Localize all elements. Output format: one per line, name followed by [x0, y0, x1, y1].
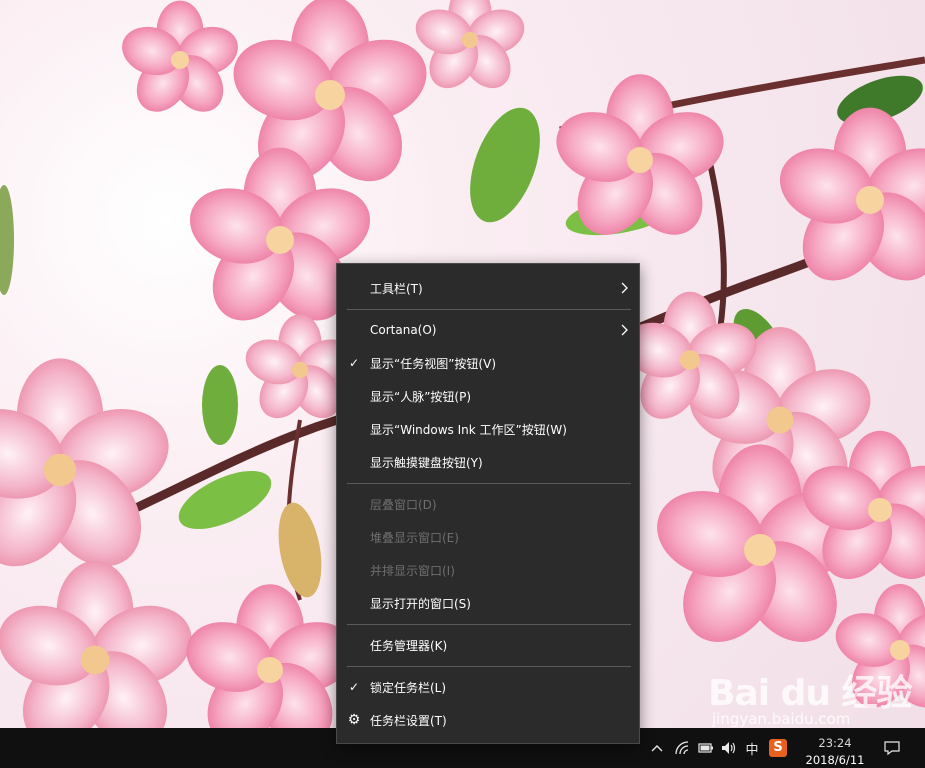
- checkmark-icon: ✓: [348, 356, 360, 370]
- chevron-right-icon: [621, 324, 628, 336]
- clock-time: 23:24: [818, 736, 852, 750]
- menu-item-stack-windows: 堆叠显示窗口(E): [337, 522, 639, 552]
- notification-icon[interactable]: [882, 738, 902, 758]
- network-icon[interactable]: [674, 738, 692, 758]
- sogou-label: S: [769, 739, 787, 757]
- taskbar-clock[interactable]: 23:24 2018/6/11: [800, 736, 870, 767]
- taskbar-context-menu: 工具栏(T) Cortana(O) ✓ 显示“任务视图”按钮(V) 显示“人脉”…: [336, 263, 640, 744]
- watermark-logo: Bai du 经验: [708, 673, 913, 714]
- menu-separator: [347, 666, 631, 667]
- menu-item-label: 工具栏(T): [370, 281, 423, 296]
- menu-item-show-open-windows[interactable]: 显示打开的窗口(S): [337, 588, 639, 618]
- menu-item-label: 显示“任务视图”按钮(V): [370, 356, 497, 371]
- menu-item-label: 显示“Windows Ink 工作区”按钮(W): [370, 422, 567, 437]
- menu-item-cascade-windows: 层叠窗口(D): [337, 489, 639, 519]
- menu-item-label: 显示打开的窗口(S): [370, 596, 471, 611]
- menu-item-show-people-button[interactable]: 显示“人脉”按钮(P): [337, 381, 639, 411]
- menu-item-lock-taskbar[interactable]: ✓ 锁定任务栏(L): [337, 672, 639, 702]
- gear-icon: ⚙: [347, 712, 361, 728]
- ime-icon[interactable]: 中: [743, 738, 761, 758]
- checkmark-icon: ✓: [348, 680, 360, 694]
- menu-item-taskbar-settings[interactable]: ⚙ 任务栏设置(T): [337, 705, 639, 735]
- baidu-jingyan-watermark: Bai du 经验 jingyan.baidu.com: [708, 664, 918, 734]
- menu-item-show-task-view-button[interactable]: ✓ 显示“任务视图”按钮(V): [337, 348, 639, 378]
- chevron-right-icon: [621, 282, 628, 294]
- menu-item-label: 显示“人脉”按钮(P): [370, 389, 472, 404]
- menu-item-label: 锁定任务栏(L): [370, 680, 447, 695]
- chevron-up-icon[interactable]: [650, 738, 664, 758]
- menu-item-cortana[interactable]: Cortana(O): [337, 315, 639, 345]
- menu-item-show-touch-keyboard-button[interactable]: 显示触摸键盘按钮(Y): [337, 447, 639, 477]
- volume-icon[interactable]: [720, 738, 738, 758]
- menu-item-side-by-side-windows: 并排显示窗口(I): [337, 555, 639, 585]
- menu-item-label: Cortana(O): [370, 323, 437, 337]
- battery-icon[interactable]: [697, 738, 715, 758]
- menu-item-label: 任务栏设置(T): [370, 713, 447, 728]
- menu-item-label: 显示触摸键盘按钮(Y): [370, 455, 483, 470]
- ime-label: 中: [745, 742, 759, 758]
- menu-item-label: 堆叠显示窗口(E): [370, 530, 459, 545]
- menu-item-label: 层叠窗口(D): [370, 497, 437, 512]
- menu-separator: [347, 624, 631, 625]
- menu-item-task-manager[interactable]: 任务管理器(K): [337, 630, 639, 660]
- sogou-icon[interactable]: S: [768, 738, 788, 758]
- menu-item-toolbars[interactable]: 工具栏(T): [337, 273, 639, 303]
- clock-date: 2018/6/11: [805, 753, 865, 767]
- menu-item-label: 任务管理器(K): [370, 638, 448, 653]
- menu-separator: [347, 483, 631, 484]
- watermark-url: jingyan.baidu.com: [712, 710, 851, 728]
- menu-separator: [347, 309, 631, 310]
- menu-item-show-windows-ink-button[interactable]: 显示“Windows Ink 工作区”按钮(W): [337, 414, 639, 444]
- menu-item-label: 并排显示窗口(I): [370, 563, 455, 578]
